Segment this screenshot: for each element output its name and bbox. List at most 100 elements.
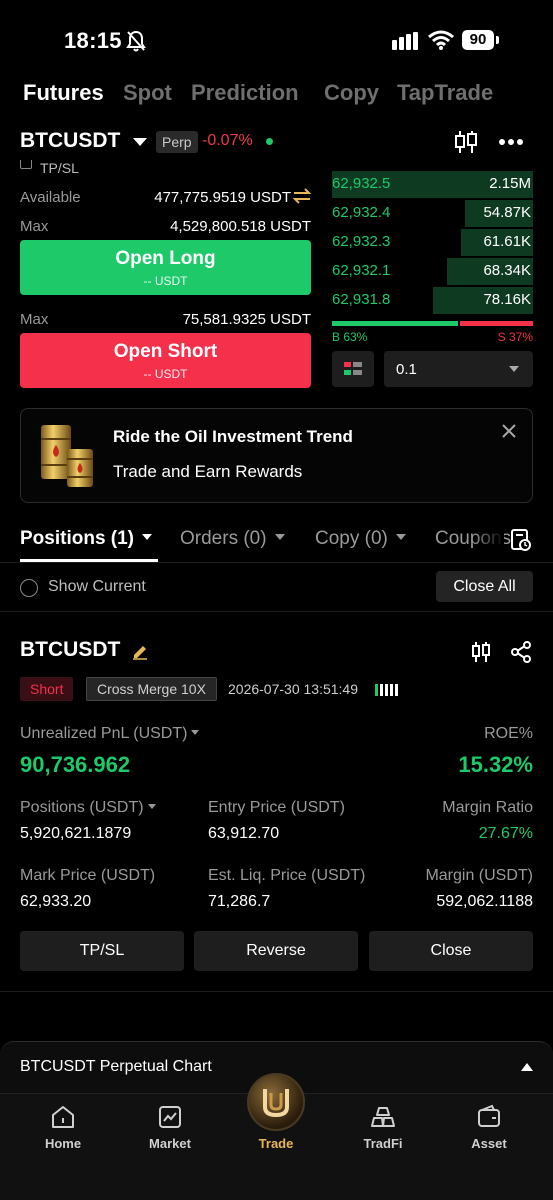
- buy-ratio-label: B 63%: [332, 330, 368, 344]
- promo-banner[interactable]: Ride the Oil Investment Trend Trade and …: [20, 408, 533, 503]
- status-time: 18:15: [64, 28, 122, 53]
- checkbox-icon[interactable]: [20, 160, 32, 169]
- bell-muted-icon: [126, 30, 146, 52]
- liq-price-value: 71,286.7: [208, 893, 271, 910]
- chart-drawer-label: BTCUSDT Perpetual Chart: [20, 1058, 212, 1075]
- tpsl-button[interactable]: TP/SL: [20, 931, 184, 971]
- open-long-amount: -- USDT: [143, 274, 188, 288]
- open-long-label: Open Long: [115, 248, 216, 269]
- unrealized-pnl-label[interactable]: Unrealized PnL (USDT): [20, 725, 200, 743]
- tab-copy[interactable]: Copy: [324, 80, 379, 106]
- sell-ratio-fill: [459, 321, 533, 326]
- chevron-down-icon: [191, 729, 200, 735]
- available-label: Available: [20, 189, 81, 206]
- orderbook-row[interactable]: 62,932.5 2.15M: [332, 170, 533, 199]
- orderbook-price: 62,932.1: [332, 262, 391, 279]
- position-tabs: Positions (1) Orders (0) Copy (0) Coupon…: [0, 522, 553, 562]
- close-icon[interactable]: [501, 423, 517, 439]
- nav-market-label: Market: [149, 1136, 191, 1151]
- trade-center-button[interactable]: [247, 1073, 305, 1131]
- adl-indicator-icon: [375, 684, 398, 696]
- orderbook-row[interactable]: 62,932.4 54.87K: [332, 199, 533, 228]
- oil-barrels-icon: [41, 425, 93, 487]
- orderbook-price: 62,932.3: [332, 233, 391, 250]
- orderbook-price: 62,932.5: [332, 175, 391, 192]
- orderbook-qty: 61.61K: [483, 233, 531, 250]
- chevron-down-icon: [274, 534, 285, 541]
- nav-tradfi[interactable]: TradFi: [338, 1104, 428, 1151]
- tpsl-checkbox-label: TP/SL: [40, 160, 79, 176]
- depth-precision-value: 0.1: [396, 361, 417, 378]
- chevron-down-icon: [142, 534, 153, 541]
- max-long-label: Max: [20, 218, 49, 235]
- orderbook-row[interactable]: 62,931.8 78.16K: [332, 286, 533, 315]
- margin-mode-badge[interactable]: Cross Merge 10X: [86, 677, 217, 701]
- tab-positions[interactable]: Positions (1): [20, 528, 153, 550]
- nav-home-label: Home: [44, 1136, 82, 1151]
- orderbook-row[interactable]: 62,932.1 68.34K: [332, 257, 533, 286]
- close-position-button[interactable]: Close: [369, 931, 533, 971]
- brand-logo-icon: [263, 1089, 289, 1118]
- open-short-button[interactable]: Open Short -- USDT: [20, 333, 311, 388]
- margin-ratio-label: Margin Ratio: [442, 799, 533, 816]
- roe-value: 15.32%: [458, 752, 533, 777]
- chevron-down-icon[interactable]: [133, 138, 147, 146]
- tpsl-checkbox[interactable]: TP/SL: [20, 160, 79, 176]
- chevron-up-icon[interactable]: [521, 1063, 533, 1071]
- tab-copy-label: Copy (0): [315, 528, 388, 549]
- candlestick-chart-icon[interactable]: [470, 640, 492, 664]
- more-options-icon[interactable]: [498, 138, 524, 146]
- positions-size-label[interactable]: Positions (USDT): [20, 799, 156, 817]
- tab-futures[interactable]: Futures: [23, 80, 104, 106]
- radio-icon[interactable]: [20, 579, 38, 597]
- cellular-signal-icon: [392, 32, 418, 50]
- tab-spot[interactable]: Spot: [123, 80, 172, 106]
- open-long-button[interactable]: Open Long -- USDT: [20, 240, 311, 295]
- position-open-time: 2026-07-30 13:51:49: [228, 681, 358, 697]
- pair-selector[interactable]: BTCUSDT: [20, 129, 120, 153]
- orderbook-qty: 2.15M: [489, 175, 531, 192]
- gold-bars-icon: [371, 1107, 395, 1127]
- unrealized-pnl-label-text: Unrealized PnL (USDT): [20, 725, 188, 742]
- candlestick-chart-icon[interactable]: [453, 129, 479, 155]
- orderbook-price: 62,931.8: [332, 291, 391, 308]
- orderbook-layout-icon: [344, 362, 362, 375]
- orderbook-qty: 78.16K: [483, 291, 531, 308]
- mark-price-value: 62,933.20: [20, 893, 92, 910]
- pair-header: BTCUSDT Perp -0.07%: [0, 126, 553, 160]
- orderbook-row[interactable]: 62,932.3 61.61K: [332, 228, 533, 257]
- nav-asset[interactable]: Asset: [444, 1104, 534, 1151]
- depth-precision-select[interactable]: 0.1: [384, 351, 533, 387]
- orderbook-view-button[interactable]: [332, 351, 374, 387]
- tab-taptrade[interactable]: TapTrade: [397, 80, 493, 106]
- nav-trade-label: Trade: [258, 1136, 294, 1151]
- edit-pencil-icon[interactable]: [131, 642, 149, 660]
- tab-overflow-fade: [472, 522, 504, 558]
- market-type-tabs: Futures Spot Prediction Copy TapTrade: [0, 80, 553, 110]
- max-short-value: 75,581.9325 USDT: [182, 311, 311, 328]
- tab-orders[interactable]: Orders (0): [180, 528, 285, 550]
- tab-prediction[interactable]: Prediction: [191, 80, 299, 106]
- battery-tip: [496, 36, 499, 44]
- reverse-button[interactable]: Reverse: [194, 931, 358, 971]
- margin-value: 592,062.1188: [436, 893, 533, 910]
- positions-size-value: 5,920,621.1879: [20, 825, 132, 842]
- position-side-badge: Short: [20, 677, 74, 701]
- roe-label: ROE%: [484, 725, 533, 742]
- sell-ratio-label: S 37%: [497, 330, 533, 344]
- promo-title: Ride the Oil Investment Trend: [113, 427, 353, 446]
- max-long-value: 4,529,800.518 USDT: [170, 218, 311, 235]
- position-symbol[interactable]: BTCUSDT: [20, 638, 120, 662]
- share-icon[interactable]: [510, 640, 532, 664]
- close-all-button[interactable]: Close All: [436, 571, 533, 602]
- nav-market[interactable]: Market: [125, 1104, 215, 1151]
- order-book: 62,932.5 2.15M 62,932.4 54.87K 62,932.3 …: [332, 170, 533, 315]
- order-history-icon[interactable]: [510, 528, 532, 552]
- price-change: -0.07%: [202, 132, 253, 149]
- transfer-icon[interactable]: [292, 188, 312, 204]
- liq-price-label: Est. Liq. Price (USDT): [208, 867, 366, 884]
- chevron-down-icon: [395, 534, 406, 541]
- tab-copy-positions[interactable]: Copy (0): [315, 528, 406, 550]
- tab-positions-label: Positions (1): [20, 528, 135, 549]
- nav-home[interactable]: Home: [18, 1104, 108, 1151]
